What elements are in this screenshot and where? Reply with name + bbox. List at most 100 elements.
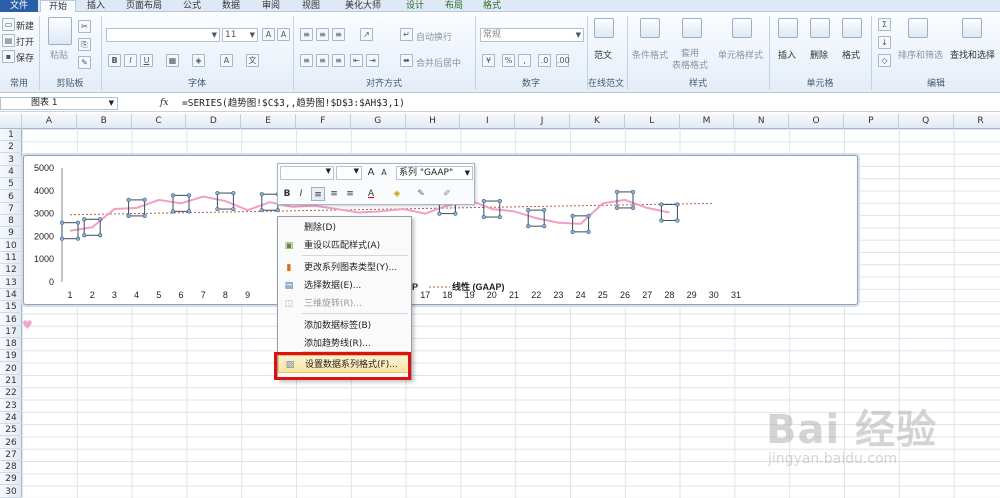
- column-header[interactable]: P: [844, 114, 899, 129]
- tab-0[interactable]: 文件: [0, 0, 38, 12]
- sort-filter-icon[interactable]: [908, 18, 928, 38]
- format-as-table-icon[interactable]: [682, 18, 702, 38]
- row-header[interactable]: 5: [0, 178, 22, 191]
- row-header[interactable]: 7: [0, 203, 22, 215]
- name-box[interactable]: 图表 1 ▼: [0, 97, 118, 110]
- cut-icon[interactable]: ✂: [78, 20, 91, 33]
- column-header[interactable]: B: [77, 114, 132, 129]
- border-icon[interactable]: ▦: [166, 54, 179, 67]
- row-header[interactable]: 16: [0, 314, 22, 326]
- column-header[interactable]: H: [406, 114, 461, 129]
- phonetic-icon[interactable]: 文: [246, 54, 259, 67]
- autosum-icon[interactable]: Σ: [878, 18, 891, 31]
- open-button[interactable]: 打开: [16, 35, 34, 48]
- currency-icon[interactable]: ¥: [482, 54, 495, 67]
- template-icon[interactable]: [594, 18, 614, 38]
- decimal-inc-icon[interactable]: .0: [538, 54, 551, 67]
- row-header[interactable]: 26: [0, 437, 22, 449]
- indent-inc-icon[interactable]: ⇥: [366, 54, 379, 67]
- font-shrink-icon[interactable]: A: [277, 28, 290, 41]
- new-button[interactable]: 新建: [16, 19, 34, 32]
- column-header[interactable]: F: [296, 114, 351, 129]
- row-header[interactable]: 12: [0, 264, 22, 277]
- column-header[interactable]: C: [132, 114, 187, 129]
- merge-center-icon[interactable]: ⬌: [400, 54, 413, 67]
- insert-cells-button[interactable]: 插入: [778, 48, 796, 61]
- row-header[interactable]: 9: [0, 227, 22, 240]
- mini-fill-icon[interactable]: ◈: [390, 187, 404, 201]
- mini-align-center-icon[interactable]: ≡: [327, 187, 341, 201]
- align-left-icon[interactable]: ≡: [300, 54, 313, 67]
- column-header[interactable]: M: [680, 114, 735, 129]
- row-header[interactable]: 6: [0, 191, 22, 203]
- indent-dec-icon[interactable]: ⇤: [350, 54, 363, 67]
- row-header[interactable]: 18: [0, 338, 22, 351]
- row-header[interactable]: 23: [0, 400, 22, 412]
- align-center-icon[interactable]: ≡: [316, 54, 329, 67]
- row-header[interactable]: 10: [0, 240, 22, 252]
- find-select-button[interactable]: 查找和选择: [950, 48, 995, 61]
- row-header[interactable]: 15: [0, 301, 22, 314]
- row-header[interactable]: 13: [0, 277, 22, 289]
- cell-styles-button[interactable]: 单元格样式: [718, 48, 763, 61]
- mini-bold-icon[interactable]: B: [281, 187, 293, 201]
- decimal-dec-icon[interactable]: .00: [556, 54, 570, 67]
- tab-2[interactable]: 插入: [78, 0, 114, 12]
- row-header[interactable]: 8: [0, 215, 22, 228]
- save-button[interactable]: 保存: [16, 51, 34, 64]
- font-grow-icon[interactable]: A: [262, 28, 275, 41]
- format-as-table-button[interactable]: 套用 表格格式: [672, 48, 708, 72]
- font-color-icon[interactable]: A: [220, 54, 233, 67]
- column-header[interactable]: D: [186, 114, 242, 129]
- open-icon[interactable]: ▤: [2, 34, 15, 47]
- column-header[interactable]: A: [22, 114, 77, 129]
- copy-icon[interactable]: ⎘: [78, 38, 91, 51]
- align-bottom-icon[interactable]: ≡: [332, 28, 345, 41]
- tab-3[interactable]: 页面布局: [116, 0, 172, 12]
- mini-align-right-icon[interactable]: ≡: [343, 187, 357, 201]
- template-button[interactable]: 范文: [594, 48, 612, 61]
- row-header[interactable]: 30: [0, 486, 22, 498]
- insert-function-icon[interactable]: fx: [160, 98, 168, 108]
- column-header[interactable]: E: [241, 114, 296, 129]
- tab-11[interactable]: 格式: [474, 0, 510, 12]
- mini-font-color-icon[interactable]: A: [364, 187, 378, 201]
- series-combo[interactable]: 系列 "GAAP" ▼: [396, 166, 473, 180]
- row-header[interactable]: 25: [0, 424, 22, 437]
- column-header[interactable]: R: [954, 114, 1000, 129]
- select-all-corner[interactable]: [0, 114, 22, 129]
- paste-icon[interactable]: [48, 17, 72, 45]
- mini-outline-icon[interactable]: ✎: [414, 187, 428, 201]
- tab-7[interactable]: 视图: [292, 0, 330, 12]
- menu-item-0[interactable]: 删除(D): [278, 219, 411, 237]
- menu-item-5[interactable]: 添加数据标签(B): [278, 317, 411, 335]
- delete-cells-button[interactable]: 删除: [810, 48, 828, 61]
- percent-icon[interactable]: %: [502, 54, 515, 67]
- align-top-icon[interactable]: ≡: [300, 28, 313, 41]
- row-header[interactable]: 17: [0, 326, 22, 338]
- sort-filter-button[interactable]: 排序和筛选: [898, 48, 943, 61]
- row-header[interactable]: 22: [0, 387, 22, 400]
- number-format-combo[interactable]: 常规 ▼: [480, 28, 584, 42]
- menu-item-1[interactable]: ▣ 重设以匹配样式(A): [278, 237, 411, 255]
- merge-center-button[interactable]: 合并后居中: [416, 56, 461, 69]
- mini-font-combo[interactable]: ▼: [280, 166, 334, 180]
- conditional-format-button[interactable]: 条件格式: [632, 48, 668, 61]
- save-icon[interactable]: ▪: [2, 50, 15, 63]
- row-header[interactable]: 2: [0, 141, 22, 154]
- mini-grow-font-icon[interactable]: A: [365, 166, 377, 180]
- formula-input[interactable]: =SERIES(趋势图!$C$3,,趋势图!$D$3:$AH$3,1): [182, 97, 1000, 110]
- tab-10[interactable]: 布局: [436, 0, 472, 12]
- tab-4[interactable]: 公式: [174, 0, 210, 12]
- column-header[interactable]: N: [734, 114, 790, 129]
- mini-shrink-font-icon[interactable]: A: [378, 166, 390, 180]
- row-header[interactable]: 28: [0, 461, 22, 474]
- row-header[interactable]: 20: [0, 363, 22, 375]
- format-cells-button[interactable]: 格式: [842, 48, 860, 61]
- format-cells-icon[interactable]: [842, 18, 862, 38]
- conditional-format-icon[interactable]: [640, 18, 660, 38]
- column-header[interactable]: J: [515, 114, 570, 129]
- tab-6[interactable]: 审阅: [252, 0, 290, 12]
- column-header[interactable]: G: [351, 114, 406, 129]
- delete-cells-icon[interactable]: [810, 18, 830, 38]
